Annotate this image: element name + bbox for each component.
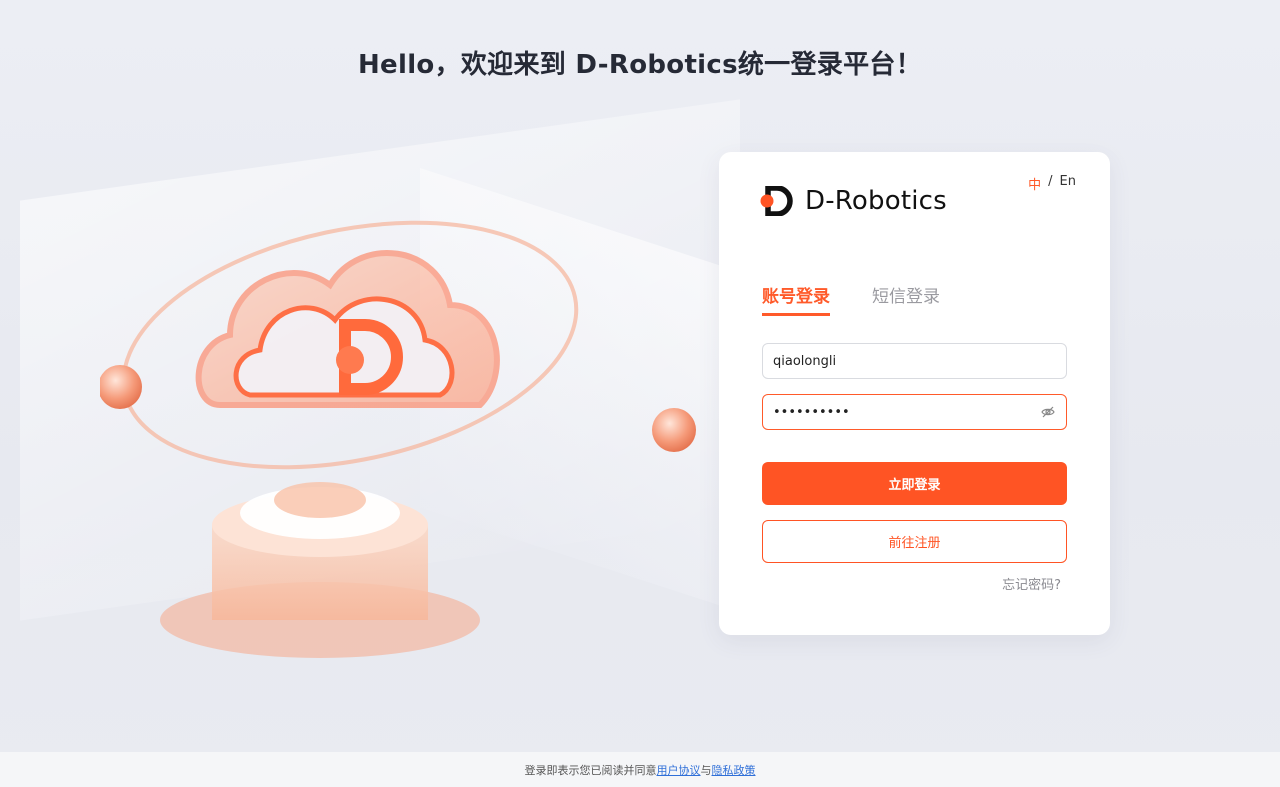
page-headline: Hello，欢迎来到 D-Robotics统一登录平台！: [358, 50, 922, 80]
password-field: [762, 394, 1067, 430]
brand-name: D-Robotics: [805, 186, 947, 216]
login-tabs: 账号登录 短信登录: [762, 282, 940, 316]
password-input[interactable]: [773, 404, 1040, 420]
lang-zh-option[interactable]: 中: [1028, 174, 1041, 193]
footer-notice: 登录即表示您已阅读并同意 用户协议 与 隐私政策: [0, 752, 1280, 787]
username-input[interactable]: [773, 353, 1056, 369]
footer-and: 与: [700, 763, 712, 777]
login-card: 中 / En D-Robotics 账号登录 短信登录 立即登录 前往注册 忘记…: [719, 152, 1110, 635]
lang-en-option[interactable]: En: [1060, 174, 1076, 193]
user-agreement-link[interactable]: 用户协议: [657, 762, 701, 778]
language-switch: 中 / En: [1028, 174, 1076, 193]
footer-prefix: 登录即表示您已阅读并同意: [524, 763, 657, 777]
login-button[interactable]: 立即登录: [762, 462, 1067, 505]
d-robotics-logo-icon: [760, 186, 793, 216]
tab-sms-login[interactable]: 短信登录: [872, 282, 940, 316]
lang-separator: /: [1048, 174, 1053, 189]
cloud-illustration: [100, 220, 696, 658]
forgot-password-link[interactable]: 忘记密码?: [1002, 574, 1061, 593]
privacy-policy-link[interactable]: 隐私政策: [712, 762, 756, 778]
username-field: [762, 343, 1067, 379]
register-button[interactable]: 前往注册: [762, 520, 1067, 563]
brand-logo: D-Robotics: [759, 186, 947, 216]
tab-account-login[interactable]: 账号登录: [762, 282, 830, 316]
eye-off-icon[interactable]: [1040, 404, 1056, 420]
